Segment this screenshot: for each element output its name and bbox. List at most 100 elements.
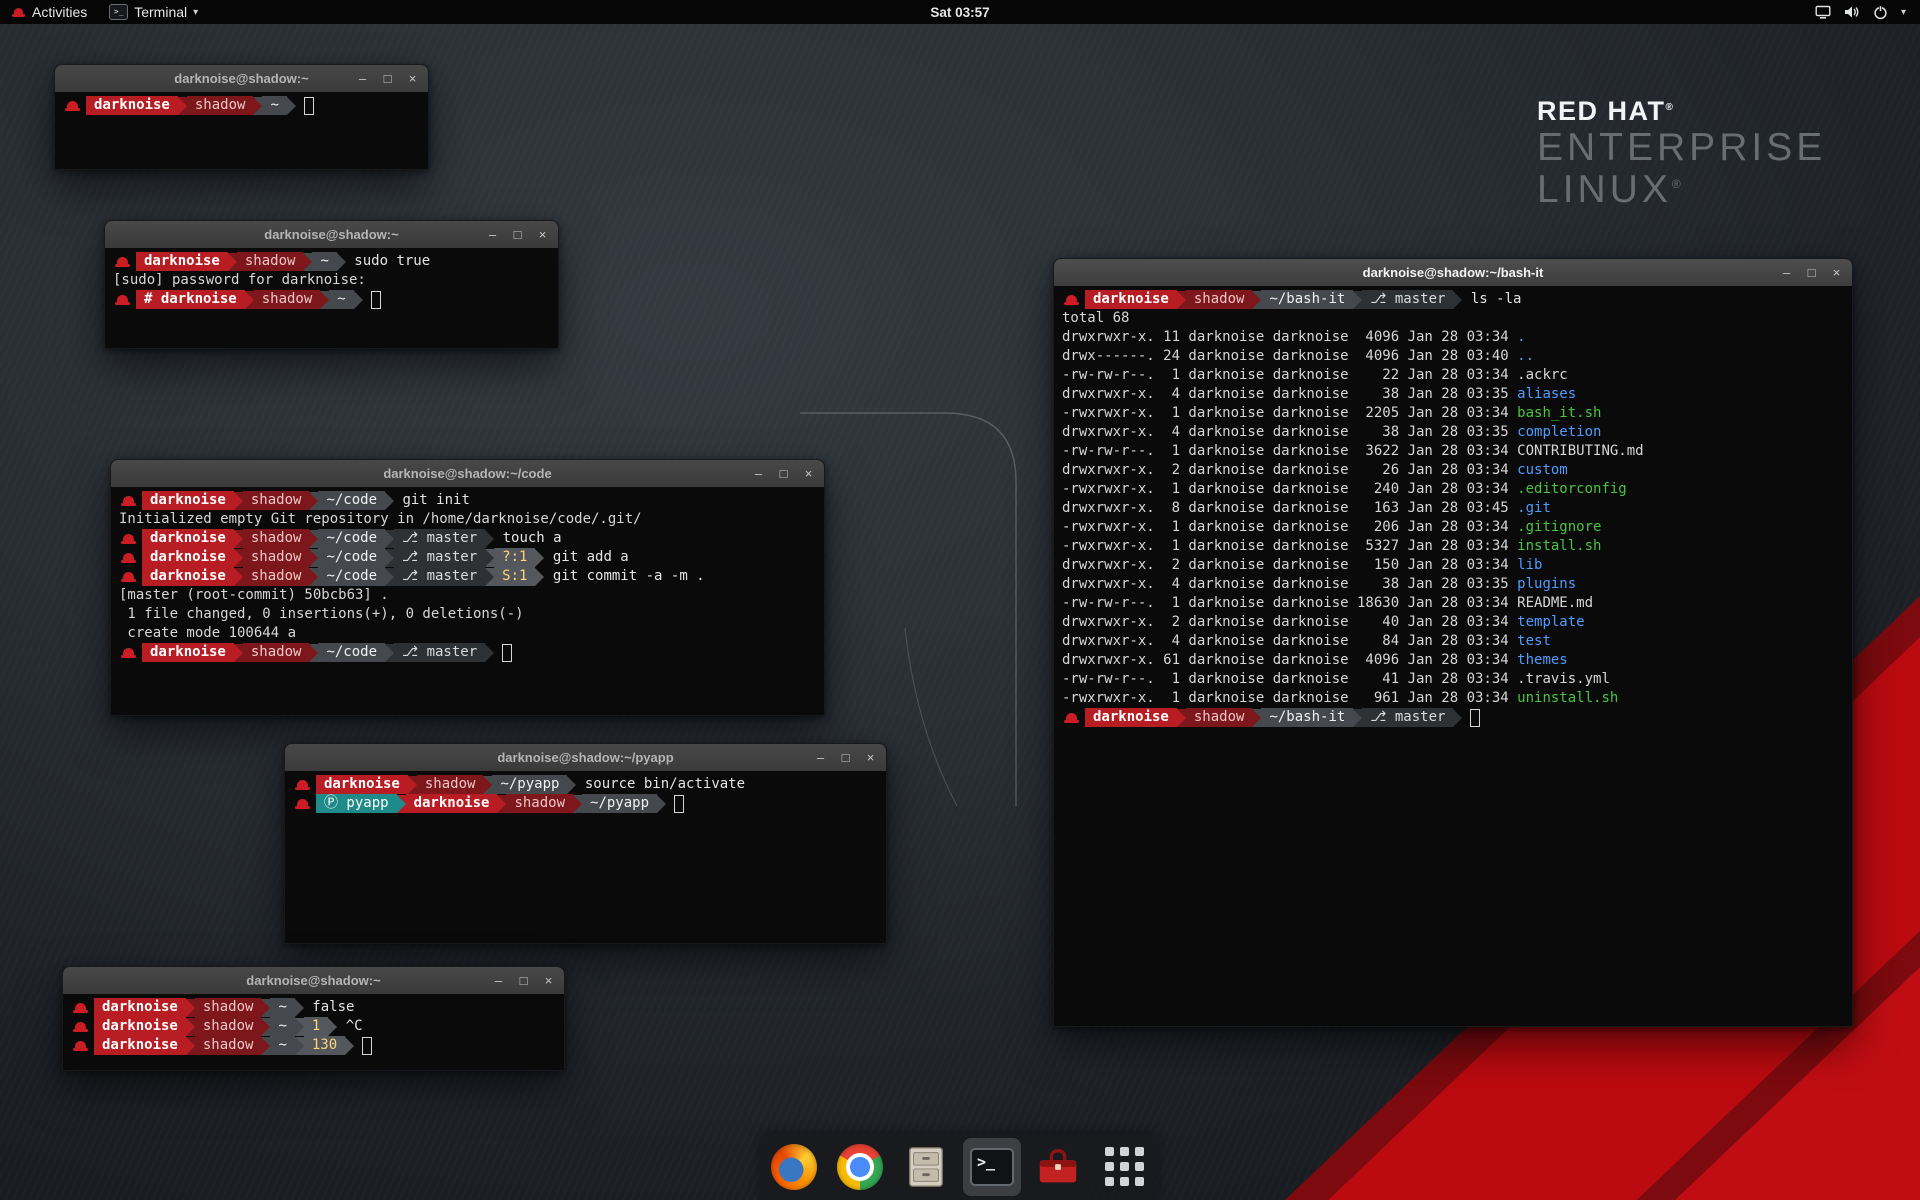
maximize-button[interactable]: □ <box>777 467 790 480</box>
terminal-text: .gitignore <box>1517 518 1601 537</box>
terminal-content[interactable]: darknoiseshadow~ <box>55 92 428 169</box>
prompt-segment: shadow <box>237 252 304 271</box>
chrome-icon[interactable] <box>831 1138 889 1196</box>
clock[interactable]: Sat 03:57 <box>0 5 1920 20</box>
prompt-segment: shadow <box>1186 290 1253 309</box>
files-icon[interactable] <box>897 1138 955 1196</box>
terminal-text: drwxrwxr-x. 4 darknoise darknoise 84 Jan… <box>1062 632 1517 651</box>
prompt-segment: darknoise <box>142 567 234 586</box>
terminal-cursor <box>304 97 314 115</box>
terminal-line: Ⓟ pyappdarknoiseshadow~/pyapp <box>293 794 878 813</box>
prompt-segment: ~ <box>329 290 353 309</box>
firefox-icon[interactable] <box>765 1138 823 1196</box>
terminal-content[interactable]: darknoiseshadow~/bash-it⎇ master ls -lat… <box>1054 286 1852 1026</box>
terminal-line: -rw-rw-r--. 1 darknoise darknoise 18630 … <box>1062 594 1844 613</box>
terminal-line: darknoiseshadow~/bash-it⎇ master ls -la <box>1062 290 1844 309</box>
maximize-button[interactable]: □ <box>517 974 530 987</box>
terminal-window-home-2[interactable]: darknoise@shadow:~ – □ × darknoiseshadow… <box>62 966 565 1071</box>
terminal-text: .travis.yml <box>1517 670 1610 689</box>
terminal-window-bash-it[interactable]: darknoise@shadow:~/bash-it – □ × darknoi… <box>1053 258 1853 1027</box>
terminal-logo: >_ <box>970 1148 1014 1186</box>
terminal-text: git add a <box>544 548 628 567</box>
maximize-button[interactable]: □ <box>839 751 852 764</box>
window-titlebar[interactable]: darknoise@shadow:~/pyapp – □ × <box>285 744 886 772</box>
terminal-text: 1 file changed, 0 insertions(+), 0 delet… <box>119 605 524 624</box>
window-titlebar[interactable]: darknoise@shadow:~/bash-it – □ × <box>1054 259 1852 287</box>
terminal-cursor <box>674 795 684 813</box>
minimize-button[interactable]: – <box>752 467 765 480</box>
powerline-separator-icon <box>535 568 544 586</box>
powerline-separator-icon <box>253 97 262 115</box>
rhel-logo-linux: LINUX® <box>1537 169 1826 211</box>
close-button[interactable]: × <box>864 751 877 764</box>
powerline-separator-icon <box>345 1037 354 1055</box>
minimize-button[interactable]: – <box>356 72 369 85</box>
power-icon <box>1873 5 1888 20</box>
prompt-segment: darknoise <box>406 794 498 813</box>
display-icon <box>1815 5 1831 19</box>
minimize-button[interactable]: – <box>1780 266 1793 279</box>
terminal-window-sudo[interactable]: darknoise@shadow:~ – □ × darknoiseshadow… <box>104 220 559 349</box>
redhat-prompt-icon <box>121 494 136 508</box>
system-status-area[interactable]: ▾ <box>1807 0 1914 24</box>
terminal-text: CONTRIBUTING.md <box>1517 442 1643 461</box>
prompt-segment: Ⓟ pyapp <box>316 794 397 813</box>
window-titlebar[interactable]: darknoise@shadow:~ – □ × <box>63 967 564 995</box>
prompt-segment: shadow <box>195 1036 262 1055</box>
maximize-button[interactable]: □ <box>381 72 394 85</box>
window-titlebar[interactable]: darknoise@shadow:~/code – □ × <box>111 460 824 488</box>
terminal-text: Initialized empty Git repository in /hom… <box>119 510 642 529</box>
terminal-line: -rwxrwxr-x. 1 darknoise darknoise 206 Ja… <box>1062 518 1844 537</box>
powerline-separator-icon <box>657 795 666 813</box>
terminal-text: -rw-rw-r--. 1 darknoise darknoise 3622 J… <box>1062 442 1517 461</box>
maximize-button[interactable]: □ <box>511 228 524 241</box>
terminal-window-pyapp[interactable]: darknoise@shadow:~/pyapp – □ × darknoise… <box>284 743 887 944</box>
terminal-line: drwxrwxr-x. 4 darknoise darknoise 38 Jan… <box>1062 423 1844 442</box>
window-title: darknoise@shadow:~ <box>264 227 398 242</box>
powerline-separator-icon <box>385 568 394 586</box>
terminal-content[interactable]: darknoiseshadow~/code git initInitialize… <box>111 487 824 715</box>
close-button[interactable]: × <box>542 974 555 987</box>
redhat-logo-icon <box>12 6 25 19</box>
close-button[interactable]: × <box>1830 266 1843 279</box>
powerline-separator-icon <box>1453 291 1462 309</box>
window-titlebar[interactable]: darknoise@shadow:~ – □ × <box>105 221 558 249</box>
redhat-prompt-icon <box>73 1020 88 1034</box>
terminal-text: . <box>1517 328 1525 347</box>
powerline-separator-icon <box>1453 709 1462 727</box>
powerline-separator-icon <box>303 253 312 271</box>
terminal-icon[interactable]: >_ <box>963 1138 1021 1196</box>
terminal-window-code[interactable]: darknoise@shadow:~/code – □ × darknoise s… <box>110 459 825 716</box>
close-button[interactable]: × <box>536 228 549 241</box>
minimize-button[interactable]: – <box>492 974 505 987</box>
redhat-prompt-icon <box>115 255 130 269</box>
toolbox-icon[interactable] <box>1029 1138 1087 1196</box>
terminal-text: aliases <box>1517 385 1576 404</box>
terminal-line: -rwxrwxr-x. 1 darknoise darknoise 961 Ja… <box>1062 689 1844 708</box>
maximize-button[interactable]: □ <box>1805 266 1818 279</box>
prompt-segment: ~ <box>270 1017 294 1036</box>
app-menu-button[interactable]: >_ Terminal ▾ <box>99 0 208 24</box>
activities-button[interactable]: Activities <box>0 0 99 24</box>
window-titlebar[interactable]: darknoise@shadow:~ – □ × <box>55 65 428 93</box>
terminal-content[interactable]: darknoiseshadow~ sudo true[sudo] passwor… <box>105 248 558 348</box>
powerline-separator-icon <box>485 568 494 586</box>
close-button[interactable]: × <box>406 72 419 85</box>
powerline-separator-icon <box>385 530 394 548</box>
powerline-separator-icon <box>261 1018 270 1036</box>
powerline-separator-icon <box>186 1018 195 1036</box>
minimize-button[interactable]: – <box>486 228 499 241</box>
terminal-line: drwxrwxr-x. 11 darknoise darknoise 4096 … <box>1062 328 1844 347</box>
powerline-separator-icon <box>354 291 363 309</box>
powerline-separator-icon <box>1252 709 1261 727</box>
app-grid-icon[interactable] <box>1095 1138 1153 1196</box>
terminal-text: source bin/activate <box>576 775 745 794</box>
terminal-window-home-1[interactable]: darknoise@shadow:~ – □ × darknoiseshadow… <box>54 64 429 170</box>
minimize-button[interactable]: – <box>814 751 827 764</box>
terminal-content[interactable]: darknoiseshadow~ falsedarknoiseshadow~1 … <box>63 994 564 1070</box>
terminal-text: drwxrwxr-x. 2 darknoise darknoise 26 Jan… <box>1062 461 1517 480</box>
close-button[interactable]: × <box>802 467 815 480</box>
prompt-segment: shadow <box>243 491 310 510</box>
terminal-content[interactable]: darknoiseshadow~/pyapp source bin/activa… <box>285 771 886 943</box>
prompt-segment: ⎇ master <box>394 548 485 567</box>
